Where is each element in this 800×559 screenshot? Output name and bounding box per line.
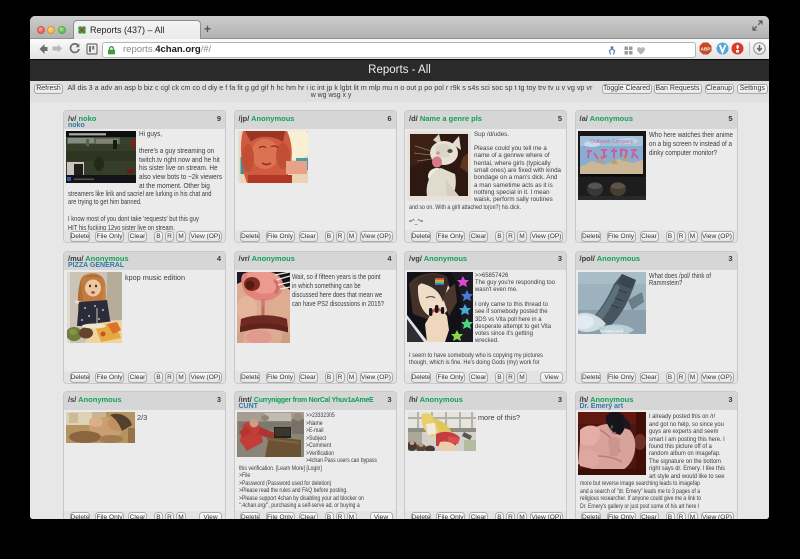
svg-text:ABP: ABP xyxy=(701,47,711,52)
svg-text:Outbreak Company: Outbreak Company xyxy=(590,139,634,145)
svg-text:RAMMSTEIN: RAMMSTEIN xyxy=(600,329,623,333)
